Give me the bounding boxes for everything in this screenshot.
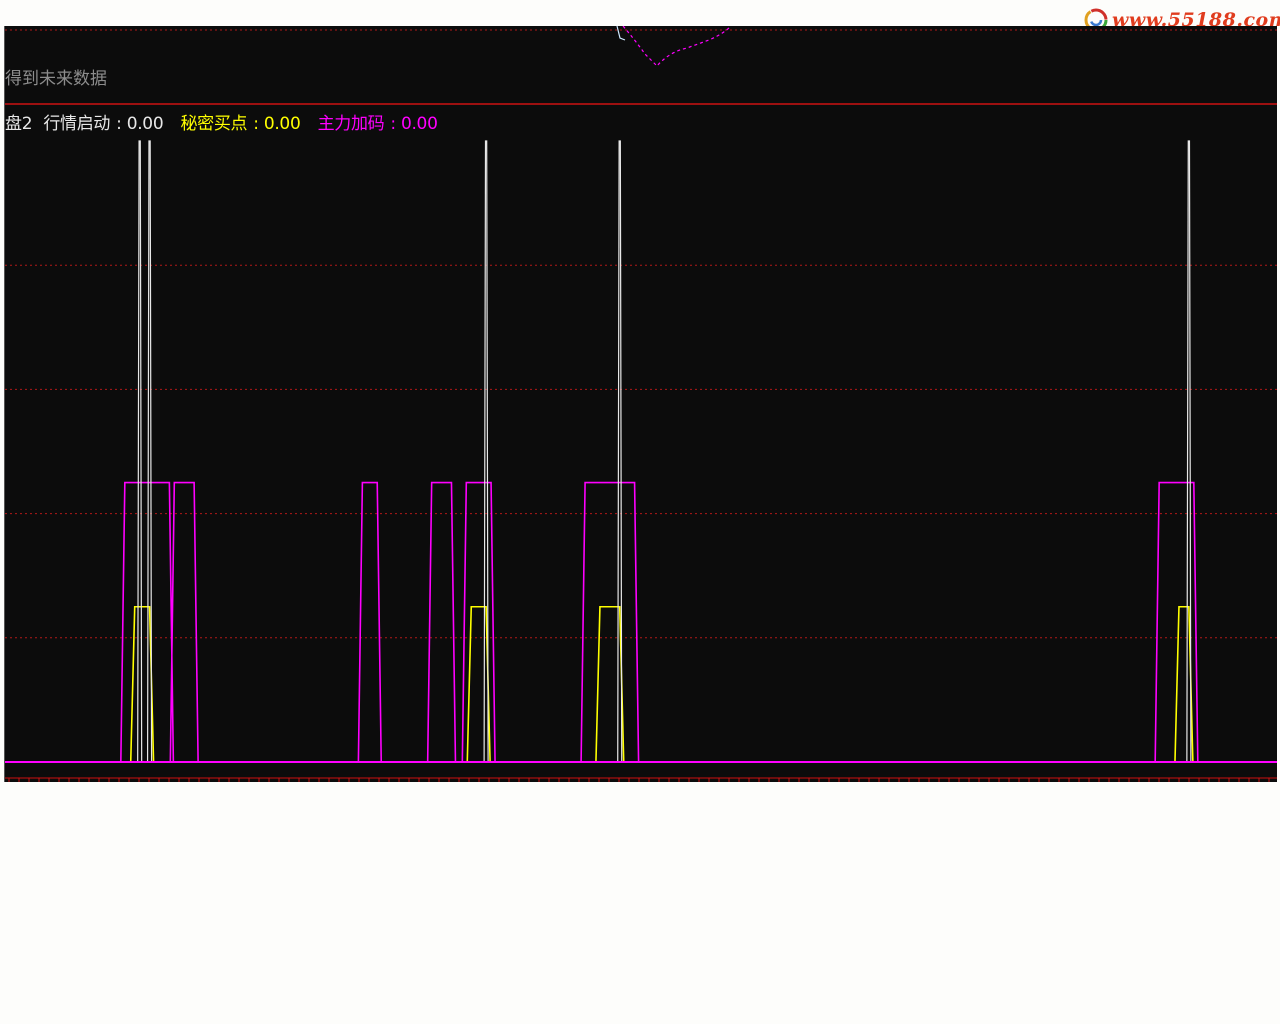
series-2-pulse [600,607,620,762]
screenshot-stage: www.55188.com 得到未来数据 盘2 行情启动: 0.00 秘密买点:… [0,0,1280,1024]
upper-pane-cursor-fragment [616,26,626,41]
legend-value-market-start: 0.00 [126,114,164,134]
indicator-chart-window[interactable]: 得到未来数据 盘2 行情启动: 0.00 秘密买点: 0.00 主力加码: 0.… [4,26,1277,782]
legend-value-secret-buy: 0.00 [263,114,301,134]
series-1-pulse [362,483,377,762]
indicator-plot[interactable] [5,26,1277,782]
legend-label-main-add: 主力加码 [317,114,385,134]
legend-item-main-add: 主力加码: 0.00 [317,114,438,134]
upper-pane-label: 得到未来数据 [5,69,107,89]
upper-pane-series-fragment [622,26,732,67]
legend-label-secret-buy: 秘密买点 [180,114,248,134]
legend-item-secret-buy: 秘密买点: 0.00 [180,114,301,134]
legend-value-main-add: 0.00 [400,114,438,134]
legend-item-market-start: 行情启动: 0.00 [43,114,164,134]
series-1-pulse [174,483,194,762]
series-1-line [11,481,1273,763]
series-2-line [11,605,1273,763]
series-1-pulse [432,483,452,762]
indicator-legend: 盘2 行情启动: 0.00 秘密买点: 0.00 主力加码: 0.00 [5,109,450,134]
legend-prefix: 盘2 [5,114,33,134]
legend-label-market-start: 行情启动 [43,114,111,134]
